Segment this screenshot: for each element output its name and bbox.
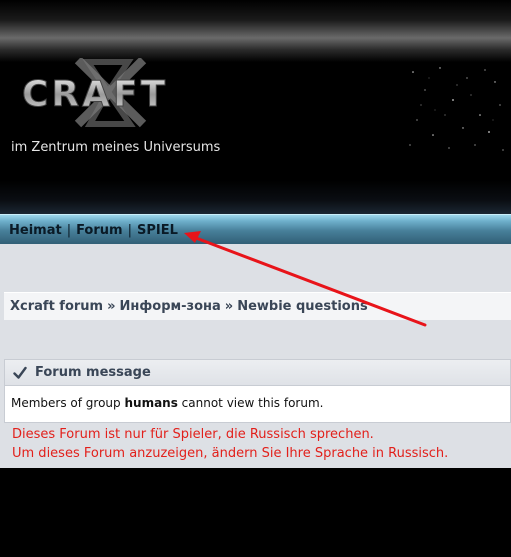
main-content: Xcraft forum» Информ-зона» Newbie question…: [0, 244, 511, 468]
top-nav: Heimat | Forum | SPIEL: [9, 223, 178, 238]
nav-separator: |: [127, 223, 132, 238]
message-text-before: Members of group: [11, 396, 125, 410]
panel-title: Forum message: [35, 365, 151, 380]
breadcrumb-inform-zona[interactable]: Информ-зона: [120, 299, 221, 314]
warning-line-1: Dieses Forum ist nur für Spieler, die Ru…: [12, 427, 374, 442]
language-warning: Dieses Forum ist nur für Spieler, die Ru…: [12, 425, 448, 463]
breadcrumb-xcraft-forum[interactable]: Xcraft forum: [10, 299, 103, 314]
nav-separator: |: [66, 223, 72, 238]
breadcrumb-separator: »: [107, 299, 116, 314]
svg-text:CRAFT: CRAFT: [22, 74, 168, 115]
panel-body: Members of group humans cannot view this…: [5, 386, 510, 420]
message-text-after: cannot view this forum.: [177, 396, 324, 410]
nav-item-forum[interactable]: Forum: [76, 223, 123, 238]
checkmark-icon: [13, 366, 27, 379]
nav-item-spiel[interactable]: SPIEL: [137, 223, 178, 238]
panel-header: Forum message: [5, 360, 510, 386]
group-name: humans: [124, 396, 178, 410]
site-tagline: im Zentrum meines Universums: [11, 140, 221, 155]
starfield-decoration: [409, 67, 504, 151]
breadcrumb-newbie-questions[interactable]: Newbie questions: [237, 299, 368, 314]
top-nav-bar: Heimat | Forum | SPIEL: [0, 214, 511, 244]
nav-item-heimat[interactable]: Heimat: [9, 223, 62, 238]
forum-message-panel: Forum message Members of group humans ca…: [4, 359, 511, 423]
header-banner: CRAFT im Zentrum meines Universums: [0, 0, 511, 214]
breadcrumb-separator: »: [224, 299, 234, 314]
warning-line-2: Um dieses Forum anzuzeigen, ändern Sie I…: [12, 446, 449, 461]
xcraft-logo[interactable]: CRAFT: [18, 58, 198, 128]
breadcrumb: Xcraft forum» Информ-зона» Newbie question…: [4, 292, 511, 320]
page-bottom: [0, 468, 511, 557]
